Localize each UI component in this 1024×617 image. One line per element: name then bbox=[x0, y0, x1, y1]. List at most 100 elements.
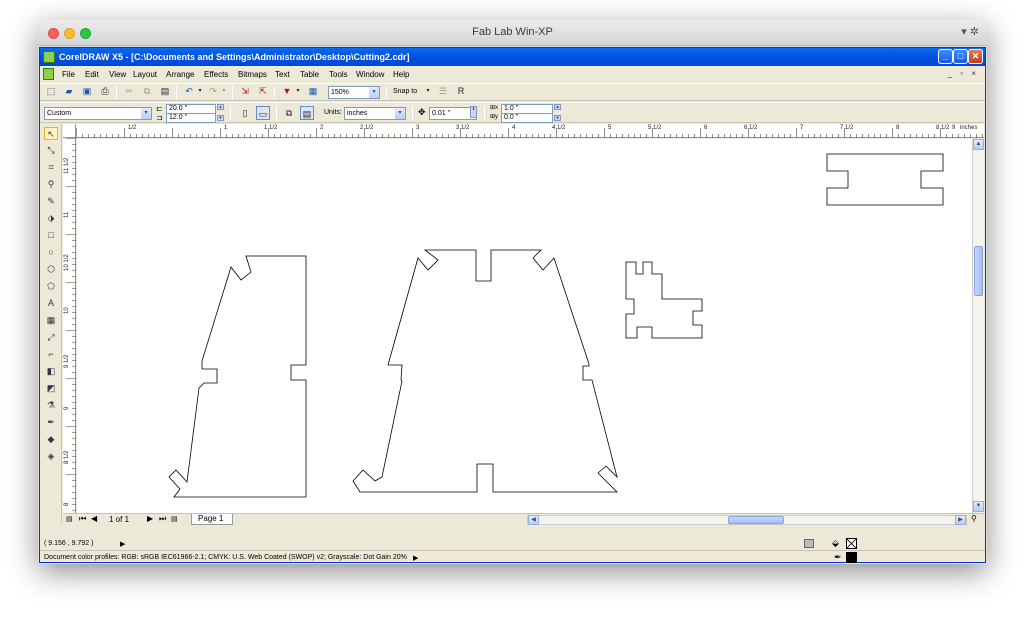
menu-effects[interactable]: Effects bbox=[204, 70, 228, 79]
mac-settings-icon[interactable]: ▾ ✲ bbox=[961, 25, 979, 38]
fill-tool-icon[interactable]: ◆ bbox=[44, 433, 58, 446]
interactive-fill-tool-icon[interactable]: ◈ bbox=[44, 450, 58, 463]
menu-view[interactable]: View bbox=[109, 70, 126, 79]
drawing-canvas[interactable] bbox=[77, 139, 972, 513]
menu-edit[interactable]: Edit bbox=[85, 70, 99, 79]
pick-tool-icon[interactable]: ↖ bbox=[44, 127, 58, 140]
height-spin-down-icon[interactable]: ▼ bbox=[217, 115, 224, 121]
cut-piece-left[interactable] bbox=[168, 255, 307, 498]
vertical-scroll-thumb[interactable] bbox=[974, 246, 983, 296]
freehand-tool-icon[interactable]: ✎ bbox=[44, 195, 58, 208]
next-page-icon[interactable]: ▶ bbox=[147, 514, 153, 523]
last-page-icon[interactable]: ⏭ bbox=[159, 514, 166, 524]
rectangle-tool-icon[interactable]: □ bbox=[44, 229, 58, 242]
snap-to-dropdown-icon[interactable]: ▾ bbox=[424, 84, 432, 98]
page-height-field[interactable]: 12.0 " bbox=[166, 113, 216, 123]
fill-color-swatch[interactable] bbox=[846, 538, 857, 549]
horizontal-scrollbar[interactable]: ◀ ▶ bbox=[527, 515, 967, 525]
menu-help[interactable]: Help bbox=[393, 70, 409, 79]
vertical-ruler[interactable]: 11 1/2 11 10 1/2 10 9 1/2 9 8 1/2 8 bbox=[63, 138, 76, 513]
width-spin-up-icon[interactable]: ▲ bbox=[217, 104, 224, 110]
table-tool-icon[interactable]: ▦ bbox=[44, 314, 58, 327]
print-icon[interactable]: ⎙ bbox=[98, 84, 112, 98]
smart-fill-tool-icon[interactable]: ⬗ bbox=[44, 212, 58, 225]
scroll-left-icon[interactable]: ◀ bbox=[528, 515, 539, 525]
prev-page-icon[interactable]: ◀ bbox=[91, 514, 97, 523]
units-dropdown-icon[interactable]: ▾ bbox=[395, 108, 405, 119]
vertical-scrollbar[interactable]: ▲ ▼ bbox=[972, 139, 984, 513]
paper-preset-dropdown-icon[interactable]: ▾ bbox=[141, 108, 151, 119]
cut-piece-center[interactable] bbox=[352, 249, 618, 493]
all-pages-icon[interactable]: ⧉ bbox=[282, 106, 296, 120]
crop-tool-icon[interactable]: ⌗ bbox=[44, 161, 58, 174]
import-icon[interactable]: ⇲ bbox=[238, 84, 252, 98]
camera-icon[interactable] bbox=[804, 539, 814, 548]
save-icon[interactable]: ▣ bbox=[80, 84, 94, 98]
horizontal-ruler[interactable]: 1/2 1 1 1/2 2 2 1/2 3 3 1/2 4 4 1/2 5 5 … bbox=[76, 124, 984, 138]
duplicate-x-spin-icon[interactable]: ▲ bbox=[554, 104, 561, 110]
scroll-up-icon[interactable]: ▲ bbox=[973, 139, 984, 150]
units-combo[interactable]: inches ▾ bbox=[344, 107, 406, 120]
open-icon[interactable]: ▰ bbox=[62, 84, 76, 98]
shape-tool-icon[interactable]: ⤡ bbox=[44, 144, 58, 157]
dimension-tool-icon[interactable]: ⤢ bbox=[44, 331, 58, 344]
menu-text[interactable]: Text bbox=[275, 70, 290, 79]
basic-shapes-tool-icon[interactable]: ⬠ bbox=[44, 280, 58, 293]
page-tab[interactable]: Page 1 bbox=[191, 514, 233, 525]
menu-table[interactable]: Table bbox=[300, 70, 319, 79]
paste-icon[interactable]: ▤ bbox=[158, 84, 172, 98]
connector-tool-icon[interactable]: ⌐ bbox=[44, 348, 58, 361]
color-profiles-expand-icon[interactable]: ▶ bbox=[413, 554, 418, 562]
menu-arrange[interactable]: Arrange bbox=[166, 70, 194, 79]
navigator-zoom-icon[interactable]: ⚲ bbox=[971, 514, 977, 523]
status-expand-icon[interactable]: ▶ bbox=[120, 540, 125, 548]
text-tool-icon[interactable]: A bbox=[44, 297, 58, 310]
undo-dropdown-icon[interactable]: ▾ bbox=[196, 84, 204, 98]
redo-icon[interactable]: ↷ bbox=[206, 84, 220, 98]
application-launcher-icon[interactable]: ▼ bbox=[280, 84, 294, 98]
document-icon[interactable] bbox=[43, 68, 54, 80]
menu-layout[interactable]: Layout bbox=[133, 70, 157, 79]
paper-preset-combo[interactable]: Custom ▾ bbox=[44, 107, 152, 120]
menu-window[interactable]: Window bbox=[356, 70, 384, 79]
duplicate-y-spin-icon[interactable]: ▼ bbox=[554, 115, 561, 121]
options-icon[interactable]: ☰ bbox=[436, 84, 450, 98]
portrait-icon[interactable]: ▯ bbox=[238, 106, 252, 120]
xp-close-button[interactable]: ✕ bbox=[968, 49, 983, 64]
menu-tools[interactable]: Tools bbox=[329, 70, 348, 79]
new-document-icon[interactable]: ⬚ bbox=[44, 84, 58, 98]
welcome-screen-icon[interactable]: ▦ bbox=[306, 84, 320, 98]
add-page-before-icon[interactable]: ▤ bbox=[66, 515, 73, 523]
ruler-origin[interactable] bbox=[63, 124, 76, 138]
zoom-dropdown-icon[interactable]: ▾ bbox=[369, 87, 379, 98]
redo-dropdown-icon[interactable]: ▾ bbox=[220, 84, 228, 98]
eyedropper-tool-icon[interactable]: ⚗ bbox=[44, 399, 58, 412]
nudge-spinner-icon[interactable]: ⬍ bbox=[470, 106, 477, 118]
ellipse-tool-icon[interactable]: ○ bbox=[44, 246, 58, 259]
zoom-level-combo[interactable]: 150% ▾ bbox=[328, 86, 380, 99]
transparency-tool-icon[interactable]: ◩ bbox=[44, 382, 58, 395]
application-icon[interactable]: R bbox=[454, 84, 468, 98]
xp-minimize-button[interactable]: _ bbox=[938, 49, 953, 64]
scroll-down-icon[interactable]: ▼ bbox=[973, 501, 984, 512]
launcher-dropdown-icon[interactable]: ▾ bbox=[294, 84, 302, 98]
scroll-right-icon[interactable]: ▶ bbox=[955, 515, 966, 525]
first-page-icon[interactable]: ⏮ bbox=[79, 514, 86, 524]
cut-piece-top-right[interactable] bbox=[826, 153, 944, 206]
zoom-tool-icon[interactable]: ⚲ bbox=[44, 178, 58, 191]
cut-piece-small[interactable] bbox=[625, 261, 703, 339]
menu-file[interactable]: File bbox=[62, 70, 75, 79]
menu-bitmaps[interactable]: Bitmaps bbox=[238, 70, 267, 79]
blend-tool-icon[interactable]: ◧ bbox=[44, 365, 58, 378]
export-icon[interactable]: ⇱ bbox=[256, 84, 270, 98]
document-window-controls[interactable]: _ ▫ × bbox=[948, 69, 979, 78]
add-page-after-icon[interactable]: ▤ bbox=[171, 515, 178, 523]
snap-to-menu[interactable]: Snap to bbox=[393, 88, 417, 95]
xp-maximize-button[interactable]: □ bbox=[953, 49, 968, 64]
current-page-icon[interactable]: ▤ bbox=[300, 106, 314, 120]
duplicate-y-field[interactable]: 0.0 " bbox=[501, 113, 553, 123]
copy-icon[interactable]: ⧉ bbox=[140, 84, 154, 98]
horizontal-scroll-thumb[interactable] bbox=[728, 516, 784, 524]
outline-color-swatch[interactable] bbox=[846, 552, 857, 563]
outline-tool-icon[interactable]: ✒ bbox=[44, 416, 58, 429]
